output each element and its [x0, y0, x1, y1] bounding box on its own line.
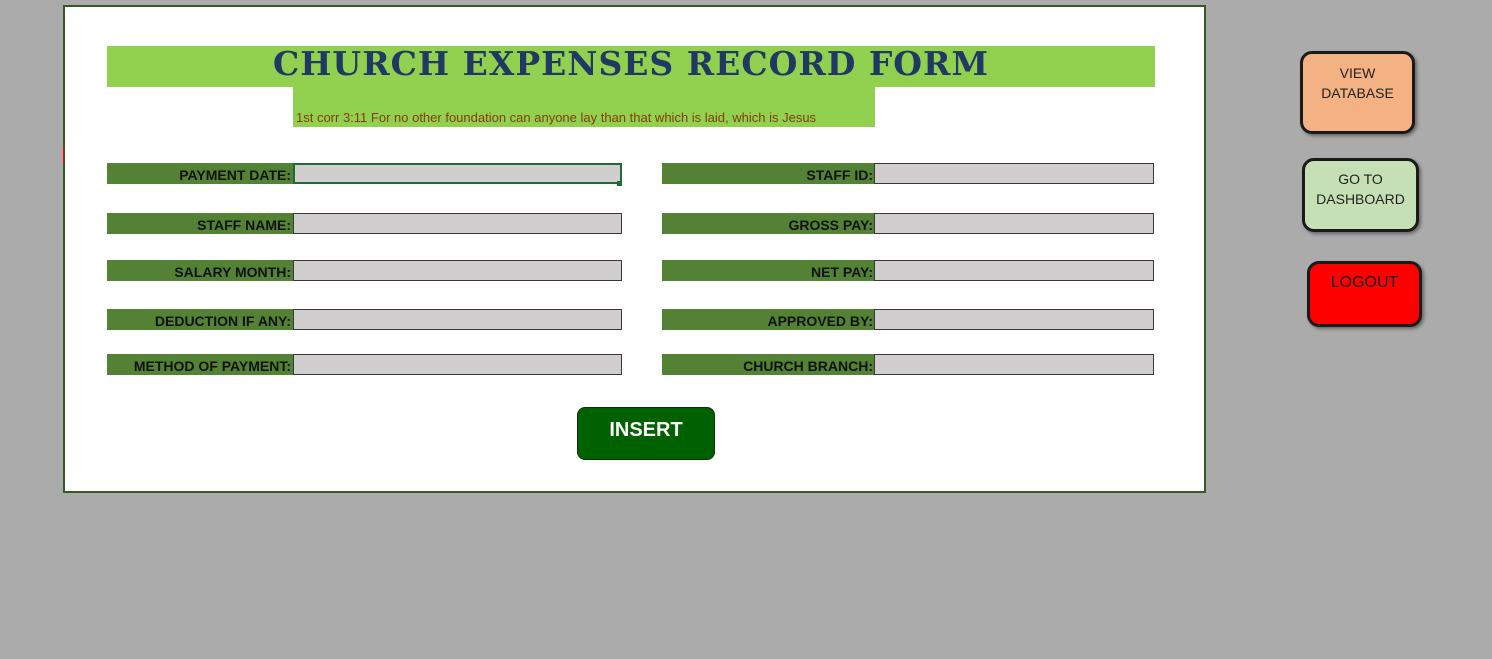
payment-date-field[interactable]: [293, 163, 622, 184]
approved-by-label: APPROVED BY:: [662, 309, 875, 330]
church-branch-label: CHURCH BRANCH:: [662, 354, 875, 375]
verse-text: 1st corr 3:11 For no other foundation ca…: [296, 110, 817, 125]
deduction-field[interactable]: [293, 309, 622, 330]
fill-handle[interactable]: [617, 181, 622, 186]
payment-date-label: PAYMENT DATE:: [107, 163, 293, 184]
cell-marker: [63, 147, 64, 163]
salary-month-field[interactable]: [293, 260, 622, 281]
go-to-dashboard-line1: GO TO: [1338, 171, 1383, 187]
go-to-dashboard-button[interactable]: GO TO DASHBOARD: [1302, 158, 1419, 232]
view-database-line1: VIEW: [1339, 65, 1376, 81]
church-branch-field[interactable]: [874, 354, 1154, 375]
view-database-button[interactable]: VIEW DATABASE: [1300, 51, 1415, 134]
method-of-payment-label: METHOD OF PAYMENT:: [107, 354, 293, 375]
gross-pay-field[interactable]: [874, 213, 1154, 234]
title-banner: CHURCH EXPENSES RECORD FORM: [107, 44, 1155, 87]
net-pay-label: NET PAY:: [662, 260, 875, 281]
staff-name-label: STAFF NAME:: [107, 213, 293, 234]
net-pay-field[interactable]: [874, 260, 1154, 281]
staff-id-field[interactable]: [874, 163, 1154, 184]
expenses-form-panel: CHURCH EXPENSES RECORD FORM 1st corr 3:1…: [63, 5, 1206, 493]
verse-banner: 1st corr 3:11 For no other foundation ca…: [293, 87, 875, 127]
staff-name-field[interactable]: [293, 213, 622, 234]
salary-month-label: SALARY MONTH:: [107, 260, 293, 281]
gross-pay-label: GROSS PAY:: [662, 213, 875, 234]
deduction-label: DEDUCTION IF ANY:: [107, 309, 293, 330]
staff-id-label: STAFF ID:: [662, 163, 875, 184]
form-title: CHURCH EXPENSES RECORD FORM: [272, 44, 990, 83]
approved-by-field[interactable]: [874, 309, 1154, 330]
method-of-payment-field[interactable]: [293, 354, 622, 375]
view-database-line2: DATABASE: [1321, 85, 1394, 101]
go-to-dashboard-line2: DASHBOARD: [1316, 191, 1405, 207]
insert-button[interactable]: INSERT: [577, 407, 715, 460]
logout-button[interactable]: LOGOUT: [1307, 261, 1422, 327]
